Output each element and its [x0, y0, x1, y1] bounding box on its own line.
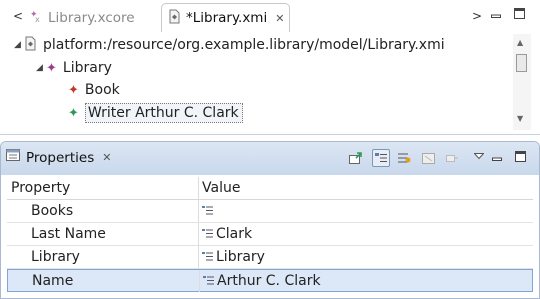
xmi-file-icon	[168, 9, 181, 28]
book-object-icon: ✦	[68, 82, 79, 98]
editor-tab-bar: < ✦ x Library.xcore *Library.xmi ✕ >	[0, 0, 540, 34]
tree-node-library[interactable]: ◢ ✦ Library	[36, 57, 112, 79]
value-text: Clark	[216, 226, 253, 242]
minimize-icon[interactable]	[491, 10, 501, 20]
show-categories-icon[interactable]	[372, 149, 390, 167]
properties-header: Properties ✕	[1, 142, 539, 175]
property-value-icon	[203, 273, 214, 284]
collapse-icon[interactable]: ◢	[14, 40, 24, 50]
tree-node-book[interactable]: ✦ Book	[68, 79, 120, 101]
tab-label: Library.xcore	[48, 9, 135, 26]
writer-object-icon: ✦	[68, 105, 79, 121]
tree-vertical-scrollbar[interactable]: ▲ ▼	[513, 34, 531, 130]
library-label: Library	[62, 60, 112, 76]
value-text: Library	[216, 249, 265, 265]
tree-node-resource[interactable]: ◢ platform:/resource/org.example.library…	[14, 34, 445, 56]
minimize-view-icon[interactable]	[492, 153, 502, 163]
xmi-resource-icon	[24, 36, 37, 55]
properties-title: Properties	[26, 149, 95, 166]
scroll-down-icon[interactable]: ▼	[517, 114, 523, 123]
show-advanced-properties-icon[interactable]	[395, 149, 413, 167]
book-label: Book	[84, 82, 120, 98]
scroll-thumb[interactable]	[516, 54, 527, 72]
property-value-icon	[202, 249, 213, 260]
close-view-icon[interactable]: ✕	[102, 151, 111, 164]
editor-panel: < ✦ x Library.xcore *Library.xmi ✕ > ◢ pl…	[0, 0, 540, 135]
xcore-file-icon: ✦ x	[30, 9, 43, 27]
table-header: Property Value	[7, 177, 533, 200]
property-value[interactable]	[198, 200, 216, 222]
property-value-icon	[202, 226, 213, 237]
property-name: Name	[32, 273, 74, 289]
table-row[interactable]: Library Library	[7, 246, 533, 269]
property-value[interactable]: Arthur C. Clark	[199, 270, 321, 292]
library-object-icon: ✦	[46, 60, 57, 76]
tab-library-xcore[interactable]: ✦ x Library.xcore	[30, 3, 135, 32]
properties-icon	[6, 149, 20, 166]
property-name: Library	[31, 249, 80, 265]
collapse-icon[interactable]: ◢	[36, 63, 46, 73]
table-row[interactable]: Last Name Clark	[7, 223, 533, 246]
table-row[interactable]: Books	[7, 200, 533, 223]
view-menu-icon[interactable]	[470, 147, 488, 165]
property-name: Books	[31, 203, 74, 219]
tab-scroll-left-icon[interactable]: <	[13, 9, 23, 23]
column-header-property[interactable]: Property	[11, 177, 70, 199]
property-value-icon	[202, 203, 213, 214]
tree-node-writer[interactable]: ✦ Writer Arthur C. Clark	[68, 102, 243, 124]
resource-path: platform:/resource/org.example.library/m…	[43, 37, 445, 53]
toolbar-disabled-icon[interactable]	[443, 149, 461, 167]
column-header-value[interactable]: Value	[198, 177, 240, 199]
restore-default-icon[interactable]	[419, 149, 437, 167]
maximize-icon[interactable]	[514, 8, 525, 19]
tab-scroll-right-icon[interactable]: >	[472, 9, 482, 23]
property-value[interactable]: Library	[198, 246, 265, 268]
tab-library-xmi[interactable]: *Library.xmi ✕	[161, 3, 290, 32]
property-value[interactable]: Clark	[198, 223, 252, 245]
properties-view: Properties ✕ Property Value Books Last N…	[0, 141, 540, 299]
table-row-selected[interactable]: Name Arthur C. Clark	[7, 269, 533, 292]
pin-to-selection-icon[interactable]	[347, 149, 365, 167]
tab-label: *Library.xmi	[186, 10, 268, 26]
scroll-up-icon[interactable]: ▲	[517, 38, 523, 47]
close-tab-icon[interactable]: ✕	[275, 12, 284, 25]
property-name: Last Name	[31, 226, 106, 242]
properties-tab[interactable]: Properties ✕	[6, 149, 111, 166]
value-text: Arthur C. Clark	[217, 273, 321, 289]
maximize-view-icon[interactable]	[515, 151, 526, 162]
svg-text:x: x	[35, 15, 40, 23]
writer-label: Writer Arthur C. Clark	[84, 103, 243, 123]
